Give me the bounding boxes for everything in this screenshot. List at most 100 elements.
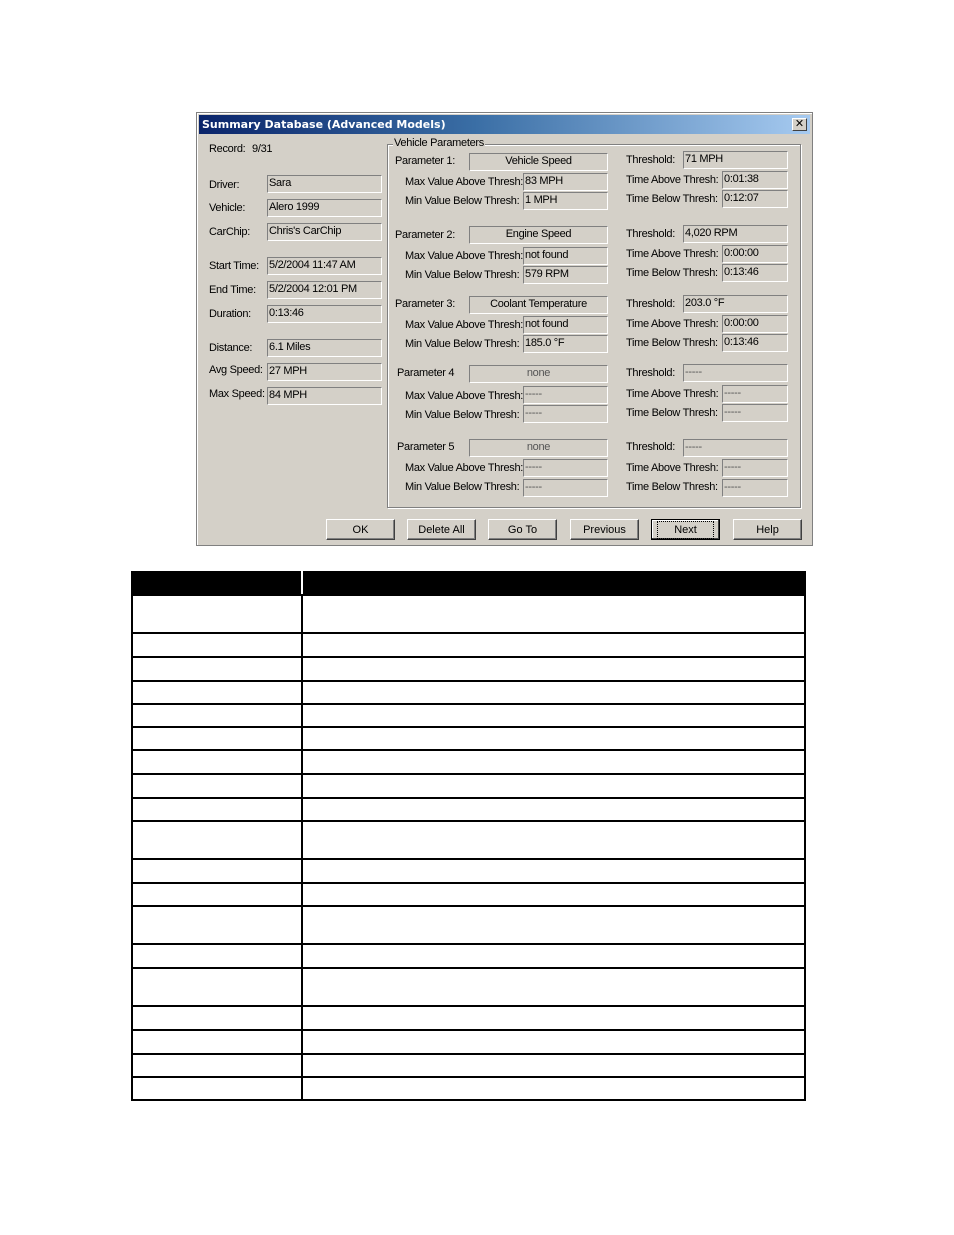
record-label: Record: [209,143,246,155]
parameter-3-max-field[interactable]: not found [523,316,608,334]
help-button[interactable]: Help [733,519,802,540]
table-cell [131,858,303,884]
next-button-label: Next [657,520,714,539]
parameter-4-label: Parameter 4 [397,367,455,379]
parameter-3-min-field[interactable]: 185.0 °F [523,335,608,353]
parameter-4-time-below-label: Time Below Thresh: [626,407,718,419]
parameter-5-threshold-label: Threshold: [626,441,675,453]
table-cell [131,943,303,969]
parameter-4-max-field[interactable]: ----- [523,386,608,404]
parameter-3-time-above-label: Time Above Thresh: [626,318,719,330]
distance-field[interactable]: 6.1 Miles [267,339,382,357]
parameter-3-max-label: Max Value Above Thresh: [405,319,524,331]
parameter-3-time-below-label: Time Below Thresh: [626,337,718,349]
parameter-4-max-label: Max Value Above Thresh: [405,390,524,402]
parameter-1-threshold-label: Threshold: [626,154,675,166]
table-row [131,1005,806,1031]
parameter-1-max-field[interactable]: 83 MPH [523,173,608,191]
carchip-label: CarChip: [209,226,251,238]
parameter-1-time-below-label: Time Below Thresh: [626,193,718,205]
parameter-2-max-label: Max Value Above Thresh: [405,250,524,262]
parameter-5-time-above-field[interactable]: ----- [722,459,788,477]
parameter-5-max-field[interactable]: ----- [523,459,608,477]
table-cell [301,1076,806,1101]
table-row [131,905,806,945]
parameter-5-name[interactable]: none [469,439,608,457]
dialog-title: Summary Database (Advanced Models) [202,118,446,131]
table-cell [301,773,806,799]
ok-button[interactable]: OK [326,519,395,540]
parameter-1-time-below-field[interactable]: 0:12:07 [722,190,788,208]
driver-field[interactable]: Sara [267,175,382,193]
max-speed-field[interactable]: 84 MPH [267,387,382,405]
table-cell [301,1029,806,1055]
parameter-1-time-above-field[interactable]: 0:01:38 [722,171,788,189]
parameter-4-min-label: Min Value Below Thresh: [405,409,520,421]
parameter-4-time-below-field[interactable]: ----- [722,404,788,422]
record-value: 9/31 [252,143,273,155]
table-row [131,656,806,682]
parameter-4-time-above-label: Time Above Thresh: [626,388,719,400]
close-button[interactable]: ✕ [792,118,807,131]
table-cell [301,726,806,751]
summary-database-dialog: Summary Database (Advanced Models) ✕ Rec… [196,112,813,546]
parameter-5-time-below-field[interactable]: ----- [722,479,788,497]
table-cell [131,1076,303,1101]
table-row [131,967,806,1007]
parameter-5-min-field[interactable]: ----- [523,479,608,497]
parameter-2-max-field[interactable]: not found [523,247,608,265]
table-cell [301,656,806,682]
go-to-button[interactable]: Go To [488,519,557,540]
parameter-2-label: Parameter 2: [395,229,455,241]
document-table [131,571,806,1101]
parameter-2-time-below-field[interactable]: 0:13:46 [722,264,788,282]
parameter-1-min-field[interactable]: 1 MPH [523,192,608,210]
parameter-4-time-above-field[interactable]: ----- [722,385,788,403]
table-cell [131,1053,303,1078]
carchip-field[interactable]: Chris's CarChip [267,223,382,241]
table-cell [131,820,303,860]
close-icon: ✕ [794,117,805,130]
table-cell [301,882,806,907]
parameter-3-threshold-label: Threshold: [626,298,675,310]
table-cell [131,680,303,705]
avg-speed-field[interactable]: 27 MPH [267,363,382,381]
next-button[interactable]: Next [651,519,720,540]
parameter-2-time-below-label: Time Below Thresh: [626,267,718,279]
end-time-field[interactable]: 5/2/2004 12:01 PM [267,281,382,299]
delete-all-button[interactable]: Delete All [407,519,476,540]
parameter-5-time-above-label: Time Above Thresh: [626,462,719,474]
parameter-3-name[interactable]: Coolant Temperature [469,296,608,314]
parameter-2-time-above-field[interactable]: 0:00:00 [722,245,788,263]
parameter-5-threshold-field[interactable]: ----- [683,439,788,457]
previous-button[interactable]: Previous [570,519,639,540]
parameter-3-threshold-field[interactable]: 203.0 °F [683,295,788,313]
duration-field[interactable]: 0:13:46 [267,305,382,323]
vehicle-field[interactable]: Alero 1999 [267,199,382,217]
table-cell [131,967,303,1007]
driver-label: Driver: [209,179,240,191]
table-row [131,1029,806,1055]
table-header-row [131,571,806,596]
parameter-1-time-above-label: Time Above Thresh: [626,174,719,186]
parameter-2-min-field[interactable]: 579 RPM [523,266,608,284]
parameter-4-name[interactable]: none [469,365,608,383]
table-row [131,703,806,728]
parameter-1-name[interactable]: Vehicle Speed [469,153,608,171]
start-time-label: Start Time: [209,260,259,272]
table-row [131,1053,806,1078]
table-cell [131,1029,303,1055]
parameter-3-time-below-field[interactable]: 0:13:46 [722,334,788,352]
start-time-field[interactable]: 5/2/2004 11:47 AM [267,257,382,275]
parameter-2-name[interactable]: Engine Speed [469,226,608,244]
parameter-1-threshold-field[interactable]: 71 MPH [683,151,788,169]
parameter-2-threshold-label: Threshold: [626,228,675,240]
parameter-4-threshold-field[interactable]: ----- [683,364,788,382]
parameter-3-time-above-field[interactable]: 0:00:00 [722,315,788,333]
parameter-2-threshold-field[interactable]: 4,020 RPM [683,225,788,243]
parameter-4-min-field[interactable]: ----- [523,405,608,423]
table-row [131,726,806,751]
table-cell [131,726,303,751]
end-time-label: End Time: [209,284,256,296]
vehicle-parameters-title: Vehicle Parameters [393,137,485,149]
